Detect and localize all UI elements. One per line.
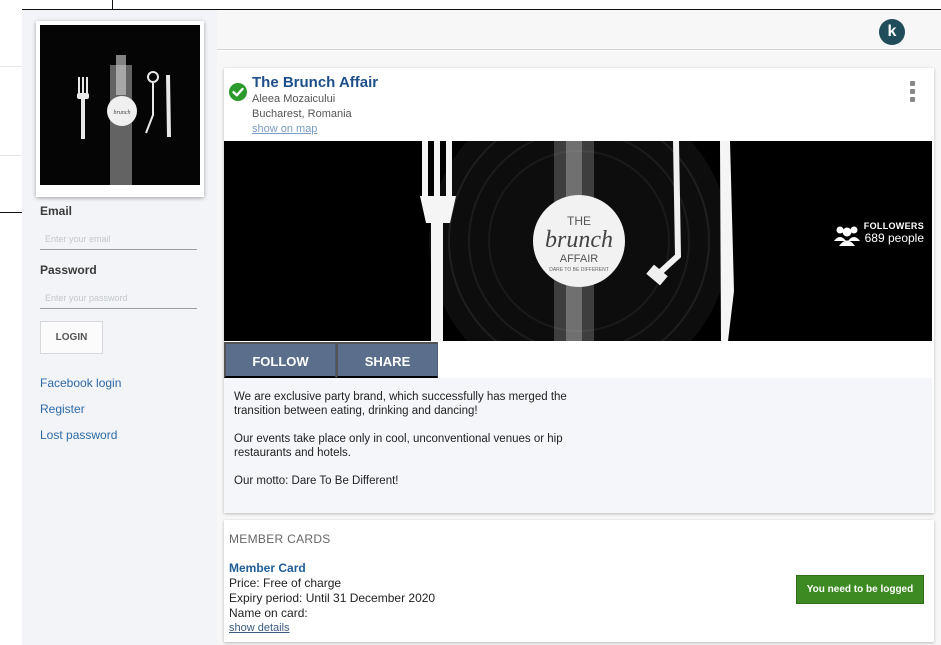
show-on-map-link[interactable]: show on map	[252, 123, 317, 135]
ghost-divider	[0, 155, 22, 156]
password-label: Password	[40, 263, 97, 277]
svg-text:brunch: brunch	[114, 110, 131, 116]
ghost-divider	[0, 66, 22, 67]
logo-artwork-icon: brunch	[77, 55, 171, 185]
cover-logo-affair: AFFAIR	[560, 253, 599, 265]
more-options-icon[interactable]	[910, 81, 916, 103]
lost-password-link[interactable]: Lost password	[40, 428, 117, 442]
email-input[interactable]	[40, 228, 197, 250]
page-margin	[0, 0, 22, 645]
venue-name[interactable]: The Brunch Affair	[252, 74, 378, 91]
password-input[interactable]	[40, 287, 197, 309]
member-cards-title: MEMBER CARDS	[229, 532, 331, 546]
description-paragraph: Our events take place only in cool, unco…	[234, 433, 563, 459]
venue-city: Bucharest, Romania	[252, 108, 352, 120]
followers-label: FOLLOWERS	[863, 221, 924, 231]
verified-check-icon	[229, 83, 247, 101]
share-button[interactable]: SHARE	[336, 342, 438, 378]
cover-logo-tagline: DARE TO BE DIFFERENT	[549, 267, 609, 273]
member-card-name-on-card: Name on card:	[229, 606, 308, 620]
member-card-expiry: Expiry period: Until 31 December 2020	[229, 591, 436, 605]
brand-logo-icon[interactable]: k	[879, 19, 905, 45]
member-card-name[interactable]: Member Card	[229, 561, 306, 575]
venue-street: Aleea Mozaicului	[252, 93, 336, 105]
member-cards-section: MEMBER CARDS Member Card Price: Free of …	[224, 520, 934, 642]
venue-description: We are exclusive party brand, which succ…	[234, 390, 594, 502]
venue-logo-card: brunch	[36, 21, 204, 197]
description-paragraph: We are exclusive party brand, which succ…	[234, 391, 567, 417]
login-button[interactable]: LOGIN	[40, 321, 103, 354]
followers-count: 689 people	[864, 231, 924, 245]
show-details-link[interactable]: show details	[229, 622, 290, 634]
register-link[interactable]: Register	[40, 402, 85, 416]
facebook-login-link[interactable]: Facebook login	[40, 376, 121, 390]
login-required-button[interactable]: You need to be logged	[796, 575, 924, 604]
cover-logo-brunch: brunch	[545, 227, 613, 253]
venue-logo: brunch	[40, 25, 200, 185]
followers-block: FOLLOWERS 689 people	[864, 221, 924, 245]
cover-logo-the: THE	[567, 214, 591, 228]
followers-icon	[834, 226, 860, 246]
description-paragraph: Our motto: Dare To Be Different!	[234, 475, 399, 487]
follow-button[interactable]: FOLLOW	[224, 342, 336, 378]
venue-profile-card: The Brunch Affair Aleea Mozaicului Bucha…	[224, 68, 934, 513]
frame-line	[0, 212, 22, 213]
venue-description-area: We are exclusive party brand, which succ…	[224, 378, 932, 513]
cover-image: THE brunch AFFAIR DARE TO BE DIFFERENT	[224, 141, 932, 341]
top-bar: k	[217, 10, 941, 50]
sidebar: brunch Email Password LOGIN Facebook log…	[22, 10, 217, 645]
email-label: Email	[40, 204, 73, 218]
cover-artwork-icon: THE brunch AFFAIR DARE TO BE DIFFERENT	[420, 141, 734, 341]
member-card-price: Price: Free of charge	[229, 576, 342, 590]
